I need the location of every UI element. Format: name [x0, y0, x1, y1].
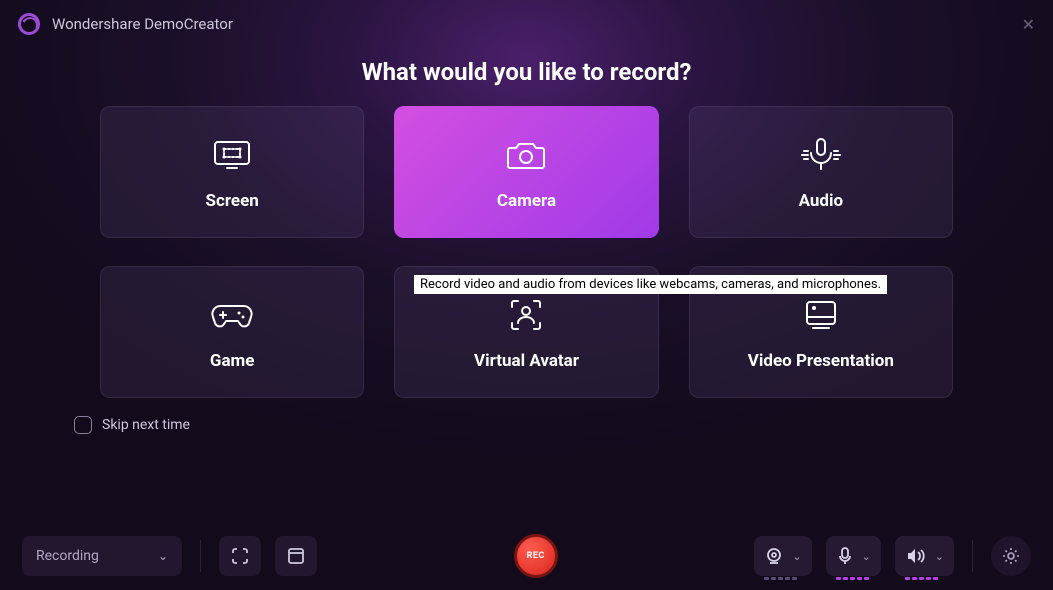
microphone-icon [836, 546, 854, 566]
microphone-icon [799, 133, 843, 177]
divider [200, 540, 201, 572]
webcam-icon [764, 547, 784, 565]
presentation-icon [799, 293, 843, 337]
gamepad-icon [210, 293, 254, 337]
skip-label: Skip next time [102, 417, 190, 433]
close-icon[interactable]: ✕ [1022, 15, 1035, 34]
region-button[interactable] [219, 536, 261, 576]
titlebar: Wondershare DemoCreator ✕ [0, 0, 1053, 44]
gear-icon [1001, 546, 1021, 566]
card-label: Camera [497, 191, 556, 211]
camera-icon [504, 133, 548, 177]
main-area: What would you like to record? Screen [0, 44, 1053, 522]
divider [972, 540, 973, 572]
app-title: Wondershare DemoCreator [52, 15, 233, 33]
avatar-scan-icon [504, 293, 548, 337]
chevron-down-icon: ⌄ [158, 549, 168, 563]
record-button[interactable]: REC [514, 534, 558, 578]
chevron-down-icon: ⌄ [792, 550, 801, 563]
speaker-toggle[interactable]: ⌄ [895, 536, 954, 576]
screen-icon [210, 133, 254, 177]
speaker-icon [905, 547, 927, 565]
window-icon [286, 546, 306, 566]
window-button[interactable] [275, 536, 317, 576]
card-label: Video Presentation [748, 351, 894, 371]
option-grid: Screen Camera Audio [100, 106, 953, 398]
mode-label: Recording [36, 548, 99, 564]
audio-card[interactable]: Audio [689, 106, 953, 238]
skip-next-time[interactable]: Skip next time [40, 398, 1013, 434]
crop-icon [229, 545, 251, 567]
checkbox-icon[interactable] [74, 416, 92, 434]
card-label: Game [210, 351, 255, 371]
page-title: What would you like to record? [40, 58, 1013, 86]
chevron-down-icon: ⌄ [935, 550, 944, 563]
settings-button[interactable] [991, 536, 1031, 576]
app-logo [18, 13, 40, 35]
chevron-down-icon: ⌄ [862, 550, 871, 563]
card-label: Virtual Avatar [474, 351, 579, 371]
bottom-bar: Recording ⌄ REC ⌄ ⌄ [0, 522, 1053, 590]
game-card[interactable]: Game [100, 266, 364, 398]
webcam-toggle[interactable]: ⌄ [754, 536, 811, 576]
screen-card[interactable]: Screen [100, 106, 364, 238]
tooltip: Record video and audio from devices like… [414, 275, 887, 294]
camera-card[interactable]: Camera [394, 106, 658, 238]
mode-select[interactable]: Recording ⌄ [22, 536, 182, 576]
mic-toggle[interactable]: ⌄ [826, 536, 881, 576]
card-label: Audio [799, 191, 844, 211]
rec-label: REC [527, 551, 545, 561]
card-label: Screen [206, 191, 259, 211]
